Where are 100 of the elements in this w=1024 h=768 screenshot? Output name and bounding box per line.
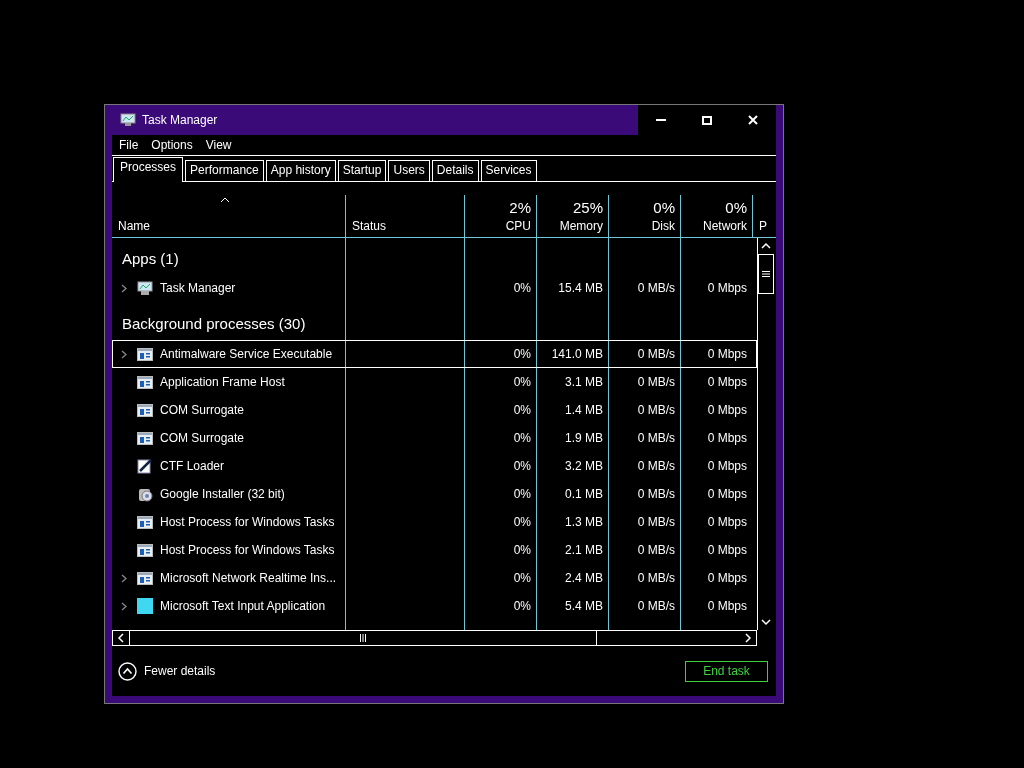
process-row[interactable]: Google Installer (32 bit) 0% 0.1 MB 0 MB/s 0 Mbps xyxy=(112,480,757,508)
process-row[interactable]: Antimalware Service Executable 0% 141.0 MB 0 MB/s 0 Mbps xyxy=(112,340,757,368)
memory-value: 2.4 MB xyxy=(565,571,603,585)
monitor-icon xyxy=(120,113,136,127)
column-header[interactable]: 0% Network xyxy=(680,195,752,237)
cpu-value: 0% xyxy=(513,281,531,295)
sort-caret-icon xyxy=(219,197,230,203)
chevron-icon[interactable] xyxy=(121,349,127,359)
network-value: 0 Mbps xyxy=(707,431,747,445)
process-name: Host Process for Windows Tasks xyxy=(160,543,335,557)
chevron-icon[interactable] xyxy=(121,601,127,611)
process-name: COM Surrogate xyxy=(160,403,245,417)
column-header[interactable]: Name xyxy=(112,195,345,237)
process-row[interactable]: COM Surrogate 0% 1.4 MB 0 MB/s 0 Mbps xyxy=(112,396,757,424)
process-name: Task Manager xyxy=(160,281,236,295)
process-row[interactable]: CTF Loader 0% 3.2 MB 0 MB/s 0 Mbps xyxy=(112,452,757,480)
cpu-value: 0% xyxy=(513,375,531,389)
disk-value: 0 MB/s xyxy=(637,459,675,473)
network-value: 0 Mbps xyxy=(707,459,747,473)
column-header[interactable]: 0% Disk xyxy=(608,195,680,237)
process-row[interactable]: Task Manager 0% 15.4 MB 0 MB/s 0 Mbps xyxy=(112,274,757,302)
scroll-thumb[interactable] xyxy=(129,631,597,645)
cpu-value: 0% xyxy=(513,543,531,557)
window-icon xyxy=(137,347,153,361)
group-heading: Background processes (30) xyxy=(121,314,306,332)
network-value: 0 Mbps xyxy=(707,281,747,295)
network-value: 0 Mbps xyxy=(707,375,747,389)
tab[interactable]: Processes xyxy=(113,157,184,182)
usage-percent: 2% xyxy=(509,199,531,216)
network-value: 0 Mbps xyxy=(707,571,747,585)
cpu-value: 0% xyxy=(513,599,531,613)
window-icon xyxy=(137,543,153,557)
process-row[interactable]: COM Surrogate 0% 1.9 MB 0 MB/s 0 Mbps xyxy=(112,424,757,452)
disk-value: 0 MB/s xyxy=(637,281,675,295)
process-row[interactable]: Microsoft Network Realtime Ins... 0% 2.4 MB 0 MB/s 0 Mbps xyxy=(112,564,757,592)
tab[interactable]: Services xyxy=(480,160,537,181)
column-header[interactable]: 25% Memory xyxy=(536,195,608,237)
network-value: 0 Mbps xyxy=(707,403,747,417)
menu-item[interactable]: File xyxy=(119,138,139,155)
disk-value: 0 MB/s xyxy=(637,375,675,389)
memory-value: 1.9 MB xyxy=(565,431,603,445)
process-row[interactable]: Application Frame Host 0% 3.1 MB 0 MB/s 0 Mbps xyxy=(112,368,757,396)
disk-value: 0 MB/s xyxy=(637,431,675,445)
memory-value: 141.0 MB xyxy=(551,347,603,361)
scroll-thumb[interactable] xyxy=(758,254,774,294)
horizontal-scrollbar[interactable] xyxy=(112,630,757,646)
usage-percent: 0% xyxy=(725,199,747,216)
tab[interactable]: Details xyxy=(431,160,479,181)
maximize-icon xyxy=(702,115,712,125)
group-heading: Apps (1) xyxy=(121,249,179,267)
cpu-value: 0% xyxy=(513,459,531,473)
disk-value: 0 MB/s xyxy=(637,599,675,613)
close-icon xyxy=(748,115,758,125)
tile-icon xyxy=(137,598,153,614)
memory-value: 3.2 MB xyxy=(565,459,603,473)
monitor-icon xyxy=(137,280,153,296)
cpu-value: 0% xyxy=(513,515,531,529)
network-value: 0 Mbps xyxy=(707,515,747,529)
collapse-icon xyxy=(118,661,137,681)
network-value: 0 Mbps xyxy=(707,543,747,557)
disk-value: 0 MB/s xyxy=(637,571,675,585)
window-icon xyxy=(137,571,153,585)
memory-value: 0.1 MB xyxy=(565,487,603,501)
window-icon xyxy=(137,375,153,389)
chevron-icon[interactable] xyxy=(121,573,127,583)
tab[interactable]: Users xyxy=(388,160,430,181)
tab[interactable]: Performance xyxy=(185,160,264,181)
process-name: CTF Loader xyxy=(160,459,225,473)
process-row[interactable]: Host Process for Windows Tasks 0% 2.1 MB 0 MB/s 0 Mbps xyxy=(112,536,757,564)
window-icon xyxy=(137,515,153,529)
cpu-value: 0% xyxy=(513,347,531,361)
memory-value: 3.1 MB xyxy=(565,375,603,389)
end-task-button[interactable]: End task xyxy=(685,660,768,682)
chevron-icon[interactable] xyxy=(121,283,127,293)
minimize-icon xyxy=(656,119,666,121)
column-header[interactable]: P xyxy=(752,195,768,237)
process-row[interactable]: Host Process for Windows Tasks 0% 1.3 MB 0 MB/s 0 Mbps xyxy=(112,508,757,536)
process-name: Microsoft Network Realtime Ins... xyxy=(160,571,337,585)
tab[interactable]: Startup xyxy=(337,160,387,181)
disk-value: 0 MB/s xyxy=(637,347,675,361)
network-value: 0 Mbps xyxy=(707,347,747,361)
cpu-value: 0% xyxy=(513,487,531,501)
cpu-value: 0% xyxy=(513,571,531,585)
network-value: 0 Mbps xyxy=(707,487,747,501)
vertical-scrollbar[interactable] xyxy=(757,238,774,630)
fewer-details-link[interactable]: Fewer details xyxy=(118,661,216,681)
menu-item[interactable]: Options xyxy=(151,138,193,155)
process-name: Google Installer (32 bit) xyxy=(160,487,285,501)
installer-icon xyxy=(137,486,153,502)
process-row[interactable]: Microsoft Text Input Application 0% 5.4 MB 0 MB/s 0 Mbps xyxy=(112,592,757,620)
column-header[interactable]: Status xyxy=(345,195,464,237)
network-value: 0 Mbps xyxy=(707,599,747,613)
usage-percent: 0% xyxy=(653,199,675,216)
memory-value: 15.4 MB xyxy=(558,281,603,295)
tab[interactable]: App history xyxy=(265,160,336,181)
memory-value: 1.4 MB xyxy=(565,403,603,417)
menu-item[interactable]: View xyxy=(205,138,232,155)
column-header[interactable]: 2% CPU xyxy=(464,195,536,237)
process-name: COM Surrogate xyxy=(160,431,245,445)
cpu-value: 0% xyxy=(513,431,531,445)
